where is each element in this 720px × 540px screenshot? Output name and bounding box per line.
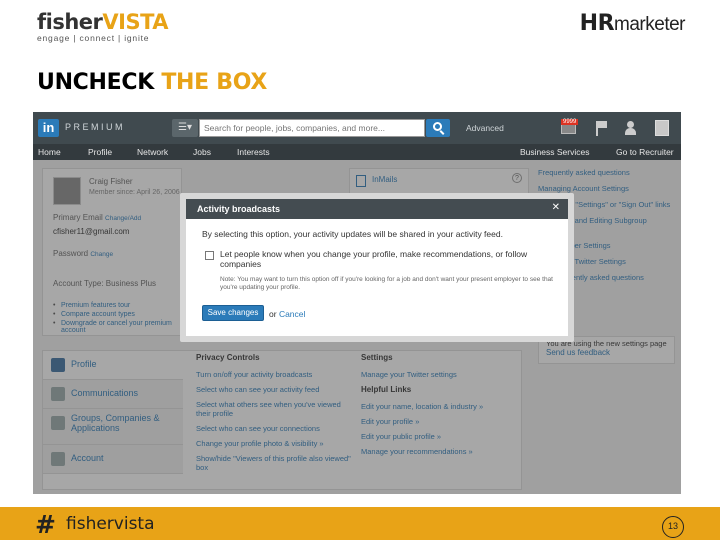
nav-profile[interactable]: Profile xyxy=(88,147,112,157)
activity-broadcasts-modal: Activity broadcasts ✕ By selecting this … xyxy=(180,193,574,342)
hashtag-icon: # xyxy=(35,510,56,539)
or-text: or xyxy=(269,309,277,319)
search-button[interactable] xyxy=(426,119,450,137)
page-number: 13 xyxy=(662,516,684,538)
premium-label: PREMIUM xyxy=(65,122,125,132)
linkedin-topbar: in PREMIUM ☰▾ Advanced 9999 xyxy=(33,112,681,144)
logo-vista-text: VISTA xyxy=(102,10,169,34)
search-input[interactable] xyxy=(199,119,425,137)
nav-go-to-recruiter[interactable]: Go to Recruiter xyxy=(616,147,674,157)
modal-title: Activity broadcasts xyxy=(197,204,281,214)
inbox-badge: 9999 xyxy=(561,119,579,125)
nav-home[interactable]: Home xyxy=(38,147,61,157)
modal-header: Activity broadcasts ✕ xyxy=(186,199,568,219)
save-changes-button[interactable]: Save changes xyxy=(202,305,264,321)
advanced-search-link[interactable]: Advanced xyxy=(466,123,504,133)
hrmarketer-logo: HRmarketer xyxy=(579,11,686,36)
title-the-box: THE BOX xyxy=(153,70,267,95)
close-icon[interactable]: ✕ xyxy=(552,202,560,213)
modal-body: Activity broadcasts ✕ By selecting this … xyxy=(186,199,568,336)
nav-jobs[interactable]: Jobs xyxy=(193,147,211,157)
search-type-dropdown[interactable]: ☰▾ xyxy=(172,119,198,137)
logo-hr-text: HR xyxy=(579,11,615,36)
broadcast-checkbox[interactable] xyxy=(205,251,214,260)
slide-title: UNCHECK THE BOX xyxy=(37,70,267,95)
notifications-flag-icon[interactable] xyxy=(594,120,610,136)
title-uncheck: UNCHECK xyxy=(37,70,154,95)
logo-tagline: engage | connect | ignite xyxy=(37,33,150,43)
or-cancel: or Cancel xyxy=(269,309,305,319)
add-connections-icon[interactable] xyxy=(623,120,639,136)
fishervista-logo: fisherVISTA engage | connect | ignite xyxy=(37,10,169,43)
inbox-icon[interactable]: 9999 xyxy=(561,119,579,136)
linkedin-logo[interactable]: in xyxy=(38,119,59,137)
cancel-link[interactable]: Cancel xyxy=(279,309,305,319)
logo-fisher-text: fisher xyxy=(37,10,103,34)
modal-note: Note: You may want to turn this option o… xyxy=(220,276,553,291)
main-nav: Home Profile Network Jobs Interests Busi… xyxy=(33,144,681,160)
footer-brand: fishervista xyxy=(66,514,155,534)
nav-interests[interactable]: Interests xyxy=(237,147,270,157)
logo-marketer-text: marketer xyxy=(614,14,685,35)
broadcast-checkbox-label[interactable]: Let people know when you change your pro… xyxy=(220,249,540,269)
nav-network[interactable]: Network xyxy=(137,147,168,157)
nav-business-services[interactable]: Business Services xyxy=(520,147,589,157)
account-avatar[interactable] xyxy=(655,120,669,136)
linkedin-screenshot: in PREMIUM ☰▾ Advanced 9999 Home Profile… xyxy=(33,112,681,494)
modal-description: By selecting this option, your activity … xyxy=(202,229,503,239)
